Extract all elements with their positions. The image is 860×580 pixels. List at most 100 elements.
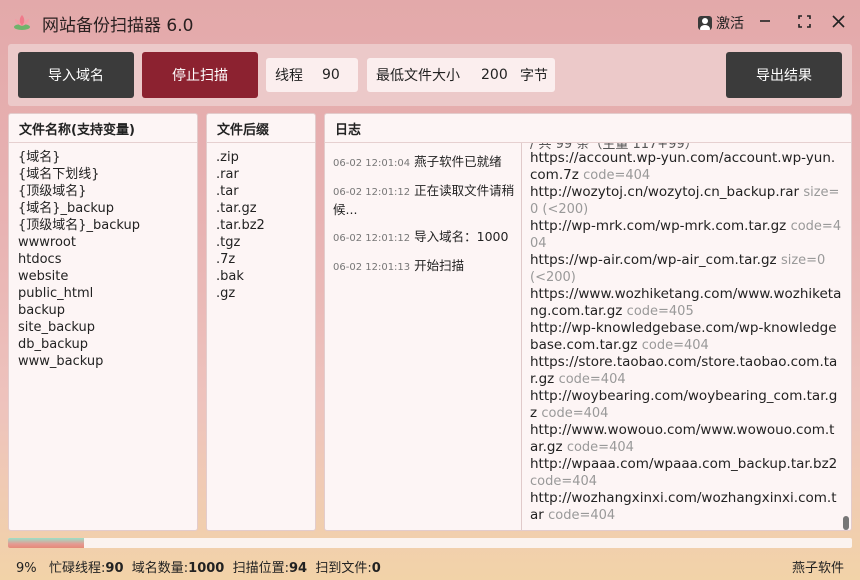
status-bar: 9% 忙碌线程:90 域名数量:1000 扫描位置:94 扫到文件:0 燕子软件 bbox=[0, 552, 860, 580]
filenames-panel: 文件名称(支持变量) {域名} {域名下划线} {顶级域名} {域名}_backup{… bbox=[8, 113, 198, 531]
extension-item[interactable]: .tar.bz2 bbox=[216, 217, 315, 234]
app-title: 网站备份扫描器 6.0 bbox=[42, 16, 194, 36]
filename-item[interactable]: {顶级域名}_backup bbox=[18, 217, 197, 234]
export-results-button[interactable]: 导出结果 bbox=[726, 52, 842, 98]
filename-item[interactable]: website bbox=[18, 268, 197, 285]
scan-position-label: 扫描位置: bbox=[232, 560, 290, 576]
result-status: code=405 bbox=[626, 304, 694, 319]
scan-position-value: 94 bbox=[289, 560, 308, 576]
log-message: 导入域名：1000 bbox=[414, 229, 509, 244]
activate-button[interactable]: 激活 bbox=[698, 13, 744, 33]
filename-item[interactable]: site_backup bbox=[18, 319, 197, 336]
user-icon bbox=[698, 16, 712, 30]
extension-item[interactable]: .tar bbox=[216, 183, 315, 200]
log-entry: 06-02 12:01:13 开始扫描 bbox=[333, 257, 521, 276]
filename-item[interactable]: public_html bbox=[18, 285, 197, 302]
extension-item[interactable]: .gz bbox=[216, 285, 315, 302]
busy-threads-label: 忙碌线程: bbox=[49, 560, 106, 576]
title-bar: 网站备份扫描器 6.0 激活 bbox=[0, 0, 860, 44]
result-item[interactable]: http://wozytoj.cn/wozytoj.cn_backup.rar … bbox=[530, 184, 842, 218]
result-item[interactable]: http://woybearing.com/woybearing_com.tar… bbox=[530, 388, 842, 422]
brand-label: 燕子软件 bbox=[791, 560, 844, 576]
result-url: https://wp-air.com/wp-air_com.tar.gz bbox=[530, 252, 777, 268]
result-item[interactable]: http://wp-mrk.com/wp-mrk.com.tar.gz code… bbox=[530, 218, 842, 252]
activate-label: 激活 bbox=[716, 16, 744, 32]
result-status: code=404 bbox=[558, 372, 626, 387]
progress-fill bbox=[8, 538, 84, 548]
result-status: code=404 bbox=[583, 168, 651, 183]
extension-item[interactable]: .rar bbox=[216, 166, 315, 183]
busy-threads-value: 90 bbox=[105, 560, 124, 576]
log-entries: 06-02 12:01:04 燕子软件已就绪 06-02 12:01:12 正在读取文… bbox=[325, 143, 522, 530]
result-status: code=404 bbox=[548, 508, 616, 523]
extension-item[interactable]: .tar.gz bbox=[216, 200, 315, 217]
extensions-panel: 文件后缀 .zip .rar .tar .tar.gz .tar.bz2 .tgz .7z.… bbox=[206, 113, 316, 531]
result-url: https://account.wp-yun.com/account.wp-yu… bbox=[530, 150, 836, 183]
threads-field[interactable]: 线程 90 bbox=[266, 58, 358, 92]
maximize-icon[interactable] bbox=[793, 10, 815, 32]
min-size-input[interactable]: 200 bbox=[481, 67, 508, 83]
log-message: 燕子软件已就绪 bbox=[414, 154, 502, 169]
filenames-header: 文件名称(支持变量) bbox=[9, 114, 197, 143]
result-item[interactable]: http://www.wowouo.com/www.wowouo.com.tar… bbox=[530, 422, 842, 456]
domain-count-label: 域名数量: bbox=[131, 560, 189, 576]
filename-item[interactable]: {域名} bbox=[18, 149, 197, 166]
filename-item[interactable]: wwwroot bbox=[18, 234, 197, 251]
result-item[interactable]: https://www.wozhiketang.com/www.wozhiket… bbox=[530, 286, 842, 320]
scan-progress-bar bbox=[8, 538, 852, 548]
close-icon[interactable] bbox=[827, 10, 849, 32]
extension-item[interactable]: .zip bbox=[216, 149, 315, 166]
results-scrollbar[interactable] bbox=[843, 144, 849, 530]
filenames-list[interactable]: {域名} {域名下划线} {顶级域名} {域名}_backup {顶级域名}_backu… bbox=[9, 143, 197, 370]
results-list[interactable]: / 共 99 条（主量 117+99） https://account.wp-y… bbox=[523, 143, 843, 530]
min-size-unit: 字节 bbox=[520, 68, 548, 84]
stop-scan-button[interactable]: 停止扫描 bbox=[142, 52, 258, 98]
log-message: 开始扫描 bbox=[414, 258, 465, 273]
import-domains-button[interactable]: 导入域名 bbox=[18, 52, 134, 98]
log-entry: 06-02 12:01:04 燕子软件已就绪 bbox=[333, 153, 521, 172]
filename-item[interactable]: www_backup bbox=[18, 353, 197, 370]
filename-item[interactable]: htdocs bbox=[18, 251, 197, 268]
filename-item[interactable]: {域名}_backup bbox=[18, 200, 197, 217]
domain-count-value: 1000 bbox=[188, 560, 225, 576]
result-status: code=404 bbox=[541, 406, 609, 421]
result-url: http://wpaaa.com/wpaaa.com_backup.tar.bz… bbox=[530, 456, 838, 472]
result-item[interactable]: http://wp-knowledgebase.com/wp-knowledge… bbox=[530, 320, 842, 354]
lotus-icon bbox=[14, 15, 30, 30]
extension-item[interactable]: .bak bbox=[216, 268, 315, 285]
result-status: code=404 bbox=[566, 440, 634, 455]
extension-item[interactable]: .7z bbox=[216, 251, 315, 268]
min-size-field[interactable]: 最低文件大小 200 字节 bbox=[367, 58, 555, 92]
extension-item[interactable]: .tgz bbox=[216, 234, 315, 251]
result-item[interactable]: http://wpaaa.com/wpaaa.com_backup.tar.bz… bbox=[530, 456, 842, 490]
log-entry: 06-02 12:01:12 正在读取文件请稍候... bbox=[333, 182, 521, 218]
filename-item[interactable]: {顶级域名} bbox=[18, 183, 197, 200]
result-url: http://wozytoj.cn/wozytoj.cn_backup.rar bbox=[530, 184, 800, 200]
min-size-label: 最低文件大小 bbox=[376, 68, 460, 84]
filename-item[interactable]: db_backup bbox=[18, 336, 197, 353]
found-files-value: 0 bbox=[371, 560, 381, 576]
scrollbar-thumb[interactable] bbox=[843, 516, 849, 530]
threads-label: 线程 bbox=[275, 68, 303, 84]
result-url: http://wp-mrk.com/wp-mrk.com.tar.gz bbox=[530, 218, 787, 234]
log-header: 日志 bbox=[325, 114, 851, 143]
result-item[interactable]: http://wozhangxinxi.com/wozhangxinxi.com… bbox=[530, 490, 842, 524]
extensions-header: 文件后缀 bbox=[207, 114, 315, 143]
result-status: code=404 bbox=[530, 474, 598, 489]
minimize-icon[interactable] bbox=[754, 10, 776, 32]
log-entry: 06-02 12:01:12 导入域名：1000 bbox=[333, 228, 521, 247]
log-panel: 日志 06-02 12:01:04 燕子软件已就绪 06-02 12:01:12 正在… bbox=[324, 113, 852, 531]
filename-item[interactable]: {域名下划线} bbox=[18, 166, 197, 183]
result-item[interactable]: https://store.taobao.com/store.taobao.co… bbox=[530, 354, 842, 388]
log-timestamp: 06-02 12:01:04 bbox=[333, 158, 411, 169]
log-timestamp: 06-02 12:01:12 bbox=[333, 233, 411, 244]
log-timestamp: 06-02 12:01:13 bbox=[333, 262, 411, 273]
filename-item[interactable]: backup bbox=[18, 302, 197, 319]
result-status: code=404 bbox=[641, 338, 709, 353]
result-item[interactable]: https://wp-air.com/wp-air_com.tar.gz siz… bbox=[530, 252, 842, 286]
threads-input[interactable]: 90 bbox=[322, 67, 340, 83]
extensions-list[interactable]: .zip .rar .tar .tar.gz .tar.bz2 .tgz .7z .bak .g… bbox=[207, 143, 315, 302]
toolbar: 导入域名 停止扫描 线程 90 最低文件大小 200 字节 导出结果 bbox=[8, 44, 852, 106]
log-timestamp: 06-02 12:01:12 bbox=[333, 187, 411, 198]
result-item[interactable]: https://account.wp-yun.com/account.wp-yu… bbox=[530, 150, 842, 184]
